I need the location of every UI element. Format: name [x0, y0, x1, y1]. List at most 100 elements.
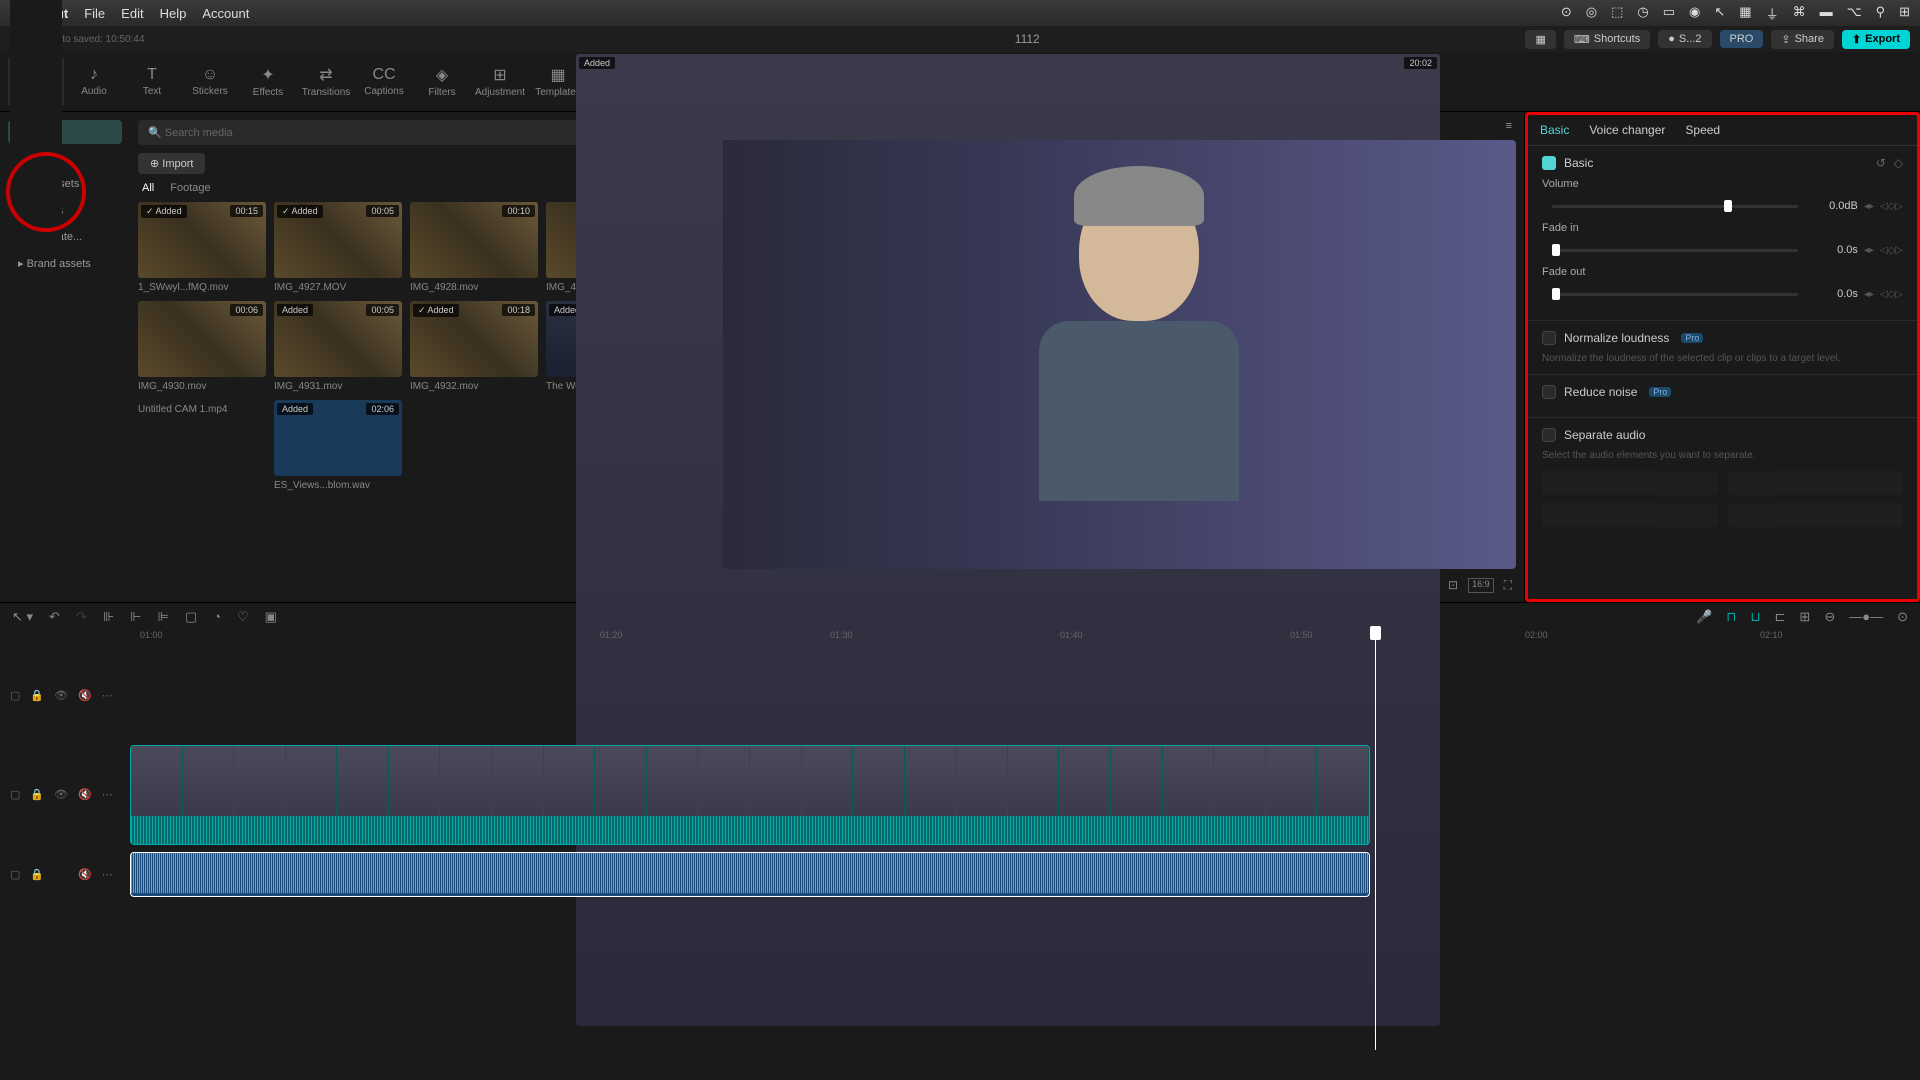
- volume-slider[interactable]: [1552, 205, 1798, 208]
- fadein-slider[interactable]: [1552, 249, 1798, 252]
- audio-clip[interactable]: [130, 852, 1370, 897]
- track-lock-icon[interactable]: ▢: [10, 788, 20, 801]
- status-icon[interactable]: ◎: [1586, 4, 1597, 23]
- media-clip[interactable]: ✓ Added00:05IMG_4927.MOV: [274, 202, 402, 293]
- track-more-icon[interactable]: ⋯: [102, 689, 113, 702]
- tab-footage[interactable]: Footage: [170, 182, 210, 194]
- scope-icon[interactable]: ⊡: [1448, 578, 1458, 593]
- select-tool[interactable]: ↖ ▾: [12, 609, 33, 625]
- media-clip[interactable]: 00:10IMG_4928.mov: [410, 202, 538, 293]
- media-clip[interactable]: 00:06IMG_4930.mov: [138, 301, 266, 392]
- magnet-icon[interactable]: ⊓: [1726, 609, 1736, 625]
- tool-filters[interactable]: ◈Filters: [414, 56, 470, 107]
- layout-button[interactable]: ▦: [1525, 30, 1555, 49]
- tool-stickers[interactable]: ☺Stickers: [182, 56, 238, 107]
- snap-icon[interactable]: ⊏: [1775, 609, 1786, 625]
- track-video[interactable]: ▢🔒👁🔇⋯: [0, 742, 1920, 847]
- delete-button[interactable]: ▢: [185, 609, 197, 625]
- media-clip[interactable]: Added20:02Untitled CAM 1.mp4: [138, 400, 266, 491]
- media-clip[interactable]: ✓ Added00:151_SWwyl...fMQ.mov: [138, 202, 266, 293]
- status-icon[interactable]: ⊙: [1561, 4, 1572, 23]
- fadein-stepper[interactable]: ◂▸: [1864, 245, 1874, 256]
- track-lock-icon[interactable]: 🔒: [30, 788, 44, 801]
- tool-transitions[interactable]: ⇄Transitions: [298, 56, 354, 107]
- tool-adjustment[interactable]: ⊞Adjustment: [472, 56, 528, 107]
- keyframe-icon[interactable]: ◇: [1894, 156, 1903, 170]
- track-lock-icon[interactable]: ▢: [10, 689, 20, 702]
- media-clip[interactable]: ✓ Added00:18IMG_4932.mov: [410, 301, 538, 392]
- volume-keyframe[interactable]: ◁◇▷: [1880, 201, 1903, 212]
- tool-effects[interactable]: ✦Effects: [240, 56, 296, 107]
- menu-edit[interactable]: Edit: [121, 6, 143, 21]
- share-button[interactable]: ⇪ Share: [1771, 30, 1834, 49]
- volume-value[interactable]: 0.0dB: [1808, 200, 1858, 212]
- split-right[interactable]: ⊫: [158, 609, 169, 625]
- zoom-slider[interactable]: —●—: [1849, 609, 1883, 625]
- reset-icon[interactable]: ↺: [1876, 156, 1886, 170]
- track-eye-icon[interactable]: 👁: [54, 689, 68, 702]
- basic-checkbox[interactable]: [1542, 156, 1556, 170]
- separate-checkbox[interactable]: [1542, 428, 1556, 442]
- switch-icon[interactable]: ⌥: [1847, 4, 1862, 23]
- ratio-button[interactable]: 16:9: [1468, 578, 1494, 593]
- shortcuts-button[interactable]: ⌨ Shortcuts: [1564, 30, 1650, 49]
- link-icon[interactable]: ⊔: [1750, 609, 1760, 625]
- track-more-icon[interactable]: ⋯: [102, 868, 113, 881]
- track-more-icon[interactable]: ⋯: [102, 788, 113, 801]
- wifi-icon[interactable]: ⏚: [1766, 4, 1779, 23]
- split-button[interactable]: ⊪: [103, 609, 114, 625]
- status-icon[interactable]: ⬚: [1611, 4, 1623, 23]
- playhead[interactable]: [1375, 630, 1376, 1050]
- track-mute-icon[interactable]: 🔇: [78, 868, 92, 881]
- tool-icon[interactable]: ◔: [213, 609, 221, 624]
- track-mute-icon[interactable]: 🔇: [78, 689, 92, 702]
- track-lock-icon[interactable]: 🔒: [30, 868, 44, 881]
- zoom-fit-icon[interactable]: ⊙: [1897, 609, 1908, 625]
- fullscreen-icon[interactable]: ⛶: [1504, 578, 1512, 593]
- tab-all[interactable]: All: [142, 182, 154, 194]
- undo-button[interactable]: ↶: [49, 609, 60, 625]
- fadein-keyframe[interactable]: ◁◇▷: [1880, 245, 1903, 256]
- menu-file[interactable]: File: [84, 6, 105, 21]
- fadeout-slider[interactable]: [1552, 293, 1798, 296]
- status-icon[interactable]: ◷: [1637, 4, 1648, 23]
- fadeout-stepper[interactable]: ◂▸: [1864, 289, 1874, 300]
- redo-button[interactable]: ↷: [76, 609, 87, 625]
- export-button[interactable]: ⬆ Export: [1842, 30, 1910, 49]
- tab-voice-changer[interactable]: Voice changer: [1589, 123, 1665, 137]
- time-ruler[interactable]: 01:0001:2001:3001:4001:5002:0002:10: [0, 630, 1920, 650]
- zoom-out-icon[interactable]: ⊖: [1824, 609, 1835, 625]
- fadeout-keyframe[interactable]: ◁◇▷: [1880, 289, 1903, 300]
- import-button[interactable]: ⊕ Import: [138, 153, 205, 174]
- menu-help[interactable]: Help: [160, 6, 187, 21]
- battery-icon[interactable]: ▬: [1820, 4, 1833, 23]
- mic-icon[interactable]: 🎤: [1696, 609, 1712, 625]
- media-clip[interactable]: Added02:06ES_Views...blom.wav: [274, 400, 402, 491]
- tab-speed[interactable]: Speed: [1685, 123, 1720, 137]
- tool-captions[interactable]: CCCaptions: [356, 56, 412, 107]
- track-lock-icon[interactable]: 🔒: [30, 689, 44, 702]
- player-menu-icon[interactable]: ≡: [1506, 120, 1512, 132]
- bluetooth-icon[interactable]: ⌘: [1793, 4, 1806, 23]
- control-icon[interactable]: ⊞: [1899, 4, 1910, 23]
- noise-checkbox[interactable]: [1542, 385, 1556, 399]
- track-lock-icon[interactable]: ▢: [10, 868, 20, 881]
- search-icon[interactable]: ⚲: [1876, 4, 1886, 23]
- menu-account[interactable]: Account: [202, 6, 249, 21]
- sidebar-item[interactable]: ▸ Brand assets: [8, 251, 122, 276]
- status-icon[interactable]: ▦: [1739, 4, 1751, 23]
- media-clip[interactable]: Added00:05IMG_4931.mov: [274, 301, 402, 392]
- user-badge[interactable]: ● S...2: [1658, 30, 1711, 48]
- fadein-value[interactable]: 0.0s: [1808, 244, 1858, 256]
- video-preview[interactable]: [723, 140, 1516, 569]
- track-mute-icon[interactable]: 🔇: [78, 788, 92, 801]
- status-icon[interactable]: ◉: [1689, 4, 1700, 23]
- tool-icon[interactable]: ⊞: [1799, 609, 1810, 625]
- status-icon[interactable]: ▭: [1663, 4, 1675, 23]
- normalize-checkbox[interactable]: [1542, 331, 1556, 345]
- tool-icon[interactable]: ♡: [237, 609, 249, 625]
- track-audio[interactable]: ▢🔒👁🔇⋯: [0, 849, 1920, 899]
- tool-audio[interactable]: ♪Audio: [66, 56, 122, 107]
- tab-basic[interactable]: Basic: [1540, 123, 1569, 137]
- status-icon[interactable]: ↖: [1714, 4, 1725, 23]
